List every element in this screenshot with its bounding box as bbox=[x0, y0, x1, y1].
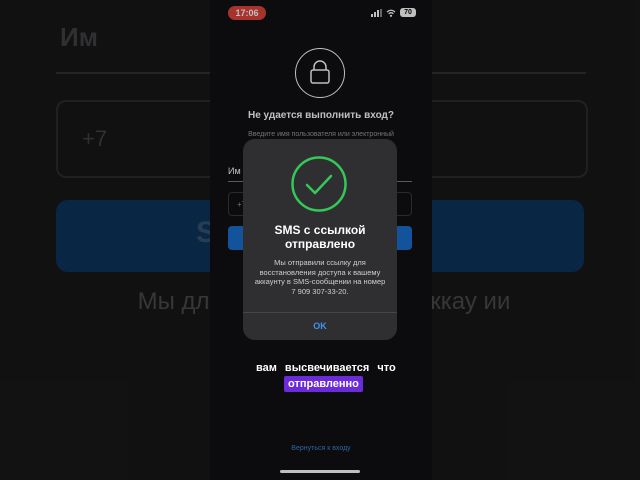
alert-message: Мы отправили ссылку для восстановления д… bbox=[254, 258, 386, 296]
checkmark-icon bbox=[291, 156, 347, 212]
caption-line-2: отправленно bbox=[284, 376, 363, 392]
alert-title: SMS с ссылкой отправлено bbox=[274, 223, 366, 251]
caption-line-1: вам высвечивается что bbox=[256, 362, 396, 374]
sms-sent-alert: SMS с ссылкой отправлено Мы отправили сс… bbox=[243, 139, 397, 340]
ok-button[interactable]: OK bbox=[243, 313, 397, 340]
